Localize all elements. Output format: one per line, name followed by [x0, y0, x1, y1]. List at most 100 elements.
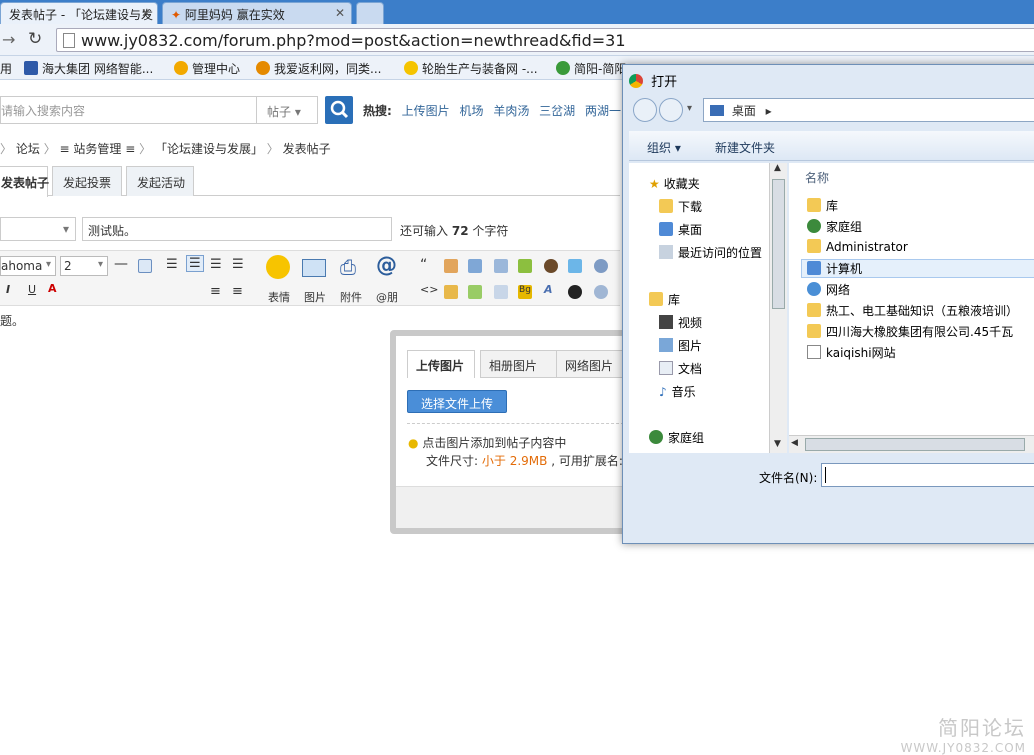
file-item[interactable]: 网络 — [807, 281, 850, 298]
file-item[interactable]: 家庭组 — [807, 218, 862, 235]
hot-term[interactable]: 上传图片 — [402, 104, 450, 118]
nav-item-desktop[interactable]: 桌面 — [659, 221, 702, 238]
file-list-hscrollbar[interactable]: ◀ — [789, 435, 1034, 453]
hot-term[interactable]: 三岔湖 — [539, 104, 575, 118]
align-left-icon[interactable]: ☰ — [166, 257, 178, 272]
browser-tab-post[interactable]: 发表帖子 - 「论坛建设与发 ✕ — [0, 2, 158, 24]
nav-item-libraries[interactable]: 库 — [649, 291, 680, 308]
search-button[interactable] — [325, 96, 353, 124]
nav-item-videos[interactable]: 视频 — [659, 314, 702, 331]
location-box[interactable]: 桌面 ▸ — [703, 98, 1034, 122]
nav-item-recent[interactable]: 最近访问的位置 — [659, 244, 762, 261]
underline-icon[interactable]: U — [28, 283, 36, 296]
scroll-up-icon[interactable]: ▲ — [774, 163, 781, 173]
align-center-icon[interactable]: ☰ — [186, 255, 204, 272]
quote-icon[interactable]: “ — [420, 257, 427, 273]
italic-icon[interactable]: I — [6, 283, 10, 296]
file-item[interactable]: 热工、电工基础知识（五粮液培训） — [807, 302, 1018, 319]
key-icon[interactable] — [518, 259, 532, 273]
organize-button[interactable]: 组织 ▾ — [647, 139, 681, 156]
nav-item-homegroup[interactable]: 家庭组 — [649, 429, 704, 446]
editor-content[interactable]: 题。 — [0, 312, 24, 329]
size-select[interactable]: 2 ▾ — [60, 256, 108, 276]
tab-activity[interactable]: 发起活动 — [126, 166, 194, 196]
tab-web-image[interactable]: 网络图片 — [556, 350, 624, 378]
page-icon[interactable] — [468, 259, 482, 273]
at-button-label[interactable]: @朋 — [372, 289, 402, 305]
nav-item-documents[interactable]: 文档 — [659, 360, 702, 377]
close-icon[interactable]: ✕ — [335, 6, 345, 20]
file-item[interactable]: 四川海大橡胶集团有限公司.45千瓦 — [807, 323, 1013, 340]
image-button-label[interactable]: 图片 — [300, 289, 330, 305]
unordered-list-icon[interactable]: ≡ — [232, 284, 243, 299]
column-header-name[interactable]: 名称 — [805, 169, 829, 186]
reload-icon[interactable]: ↻ — [28, 29, 42, 49]
bg-icon[interactable]: Bg — [518, 285, 532, 299]
scroll-left-icon[interactable]: ◀ — [791, 438, 798, 448]
close-icon[interactable]: ✕ — [141, 6, 151, 20]
nav-item-pictures[interactable]: 图片 — [659, 337, 702, 354]
back-button[interactable] — [633, 98, 657, 122]
nav-item-downloads[interactable]: 下载 — [659, 198, 702, 215]
emoji-button-label[interactable]: 表情 — [264, 289, 294, 305]
chevron-right-icon[interactable]: ▸ — [766, 104, 772, 118]
bookmark-item[interactable]: 海大集团 网络智能... — [24, 60, 153, 77]
hot-term[interactable]: 机场 — [459, 104, 483, 118]
tab-post[interactable]: 发表帖子 — [0, 166, 49, 197]
weather-icon[interactable] — [594, 259, 608, 273]
subject-input[interactable]: 测试贴。 — [82, 217, 392, 241]
new-tab-button[interactable] — [356, 2, 384, 24]
nav-item-favorites[interactable]: ★ 收藏夹 — [649, 175, 700, 192]
bookmark-item[interactable]: 我爱返利网，同类... — [256, 60, 381, 77]
index-icon[interactable] — [494, 259, 508, 273]
scroll-thumb[interactable] — [805, 438, 1025, 451]
at-icon[interactable]: @ — [376, 253, 397, 277]
bookmark-item[interactable]: 管理中心 — [174, 60, 240, 77]
attach-button-label[interactable]: 附件 — [336, 289, 366, 305]
breadcrumb-item[interactable]: ≡ 站务管理 ≡ — [60, 142, 136, 156]
nav-scrollbar[interactable]: ▲ ▼ — [769, 163, 787, 453]
download-icon[interactable] — [468, 285, 482, 299]
bookmark-item[interactable]: 轮胎生产与装备网 -... — [404, 60, 538, 77]
justify-icon[interactable]: ☰ — [232, 257, 244, 272]
lock-icon[interactable] — [444, 285, 458, 299]
qq-icon[interactable] — [568, 285, 582, 299]
tab-upload-image[interactable]: 上传图片 — [407, 350, 475, 378]
search-type-select[interactable]: 帖子 ▾ — [256, 96, 318, 124]
font-color-icon[interactable]: A — [48, 282, 57, 295]
attachment-icon[interactable]: ⎙ — [340, 255, 356, 279]
flash-icon[interactable] — [544, 259, 558, 273]
tab-poll[interactable]: 发起投票 — [52, 166, 122, 196]
snow-icon[interactable] — [568, 259, 582, 273]
address-bar[interactable]: www.jy0832.com/forum.php?mod=post&action… — [56, 28, 1034, 52]
code-icon[interactable]: <> — [420, 283, 438, 296]
font-style-icon[interactable]: A — [544, 283, 553, 296]
subject-type-select[interactable]: ▾ — [0, 217, 76, 241]
search-input[interactable]: 请输入搜索内容 — [0, 96, 256, 124]
choose-file-button[interactable]: 选择文件上传 — [407, 390, 507, 413]
forward-button[interactable] — [659, 98, 683, 122]
browser-tab-alimama[interactable]: ✦ 阿里妈妈 赢在实效 ✕ — [162, 2, 352, 24]
hr-icon[interactable]: — — [114, 256, 128, 272]
font-select[interactable]: ahoma ▾ — [0, 256, 56, 276]
file-item[interactable]: kaiqishi网站 — [807, 344, 896, 361]
emoji-icon[interactable] — [266, 255, 290, 279]
file-item[interactable]: Administrator — [807, 239, 908, 254]
hide-icon[interactable] — [444, 259, 458, 273]
hot-term[interactable]: 羊肉汤 — [493, 104, 529, 118]
bookmark-item[interactable]: 简阳-简阳 — [556, 60, 626, 77]
filename-input[interactable] — [821, 463, 1034, 487]
file-item[interactable]: 计算机 — [801, 259, 1034, 278]
image-icon[interactable] — [302, 259, 326, 277]
tab-album-image[interactable]: 相册图片 — [480, 350, 558, 378]
chevron-down-icon[interactable]: ▾ — [687, 103, 692, 114]
table-icon[interactable] — [138, 259, 152, 273]
breadcrumb-item[interactable]: 论坛 — [16, 142, 40, 156]
nav-item-music[interactable]: ♪ 音乐 — [659, 383, 696, 400]
file-item[interactable]: 库 — [807, 197, 838, 214]
bookmark-item[interactable]: 用 — [0, 60, 12, 77]
new-folder-button[interactable]: 新建文件夹 — [715, 139, 775, 156]
ordered-list-icon[interactable]: ≡ — [210, 284, 221, 299]
scroll-thumb[interactable] — [772, 179, 785, 309]
forward-icon[interactable]: → — [2, 30, 15, 49]
